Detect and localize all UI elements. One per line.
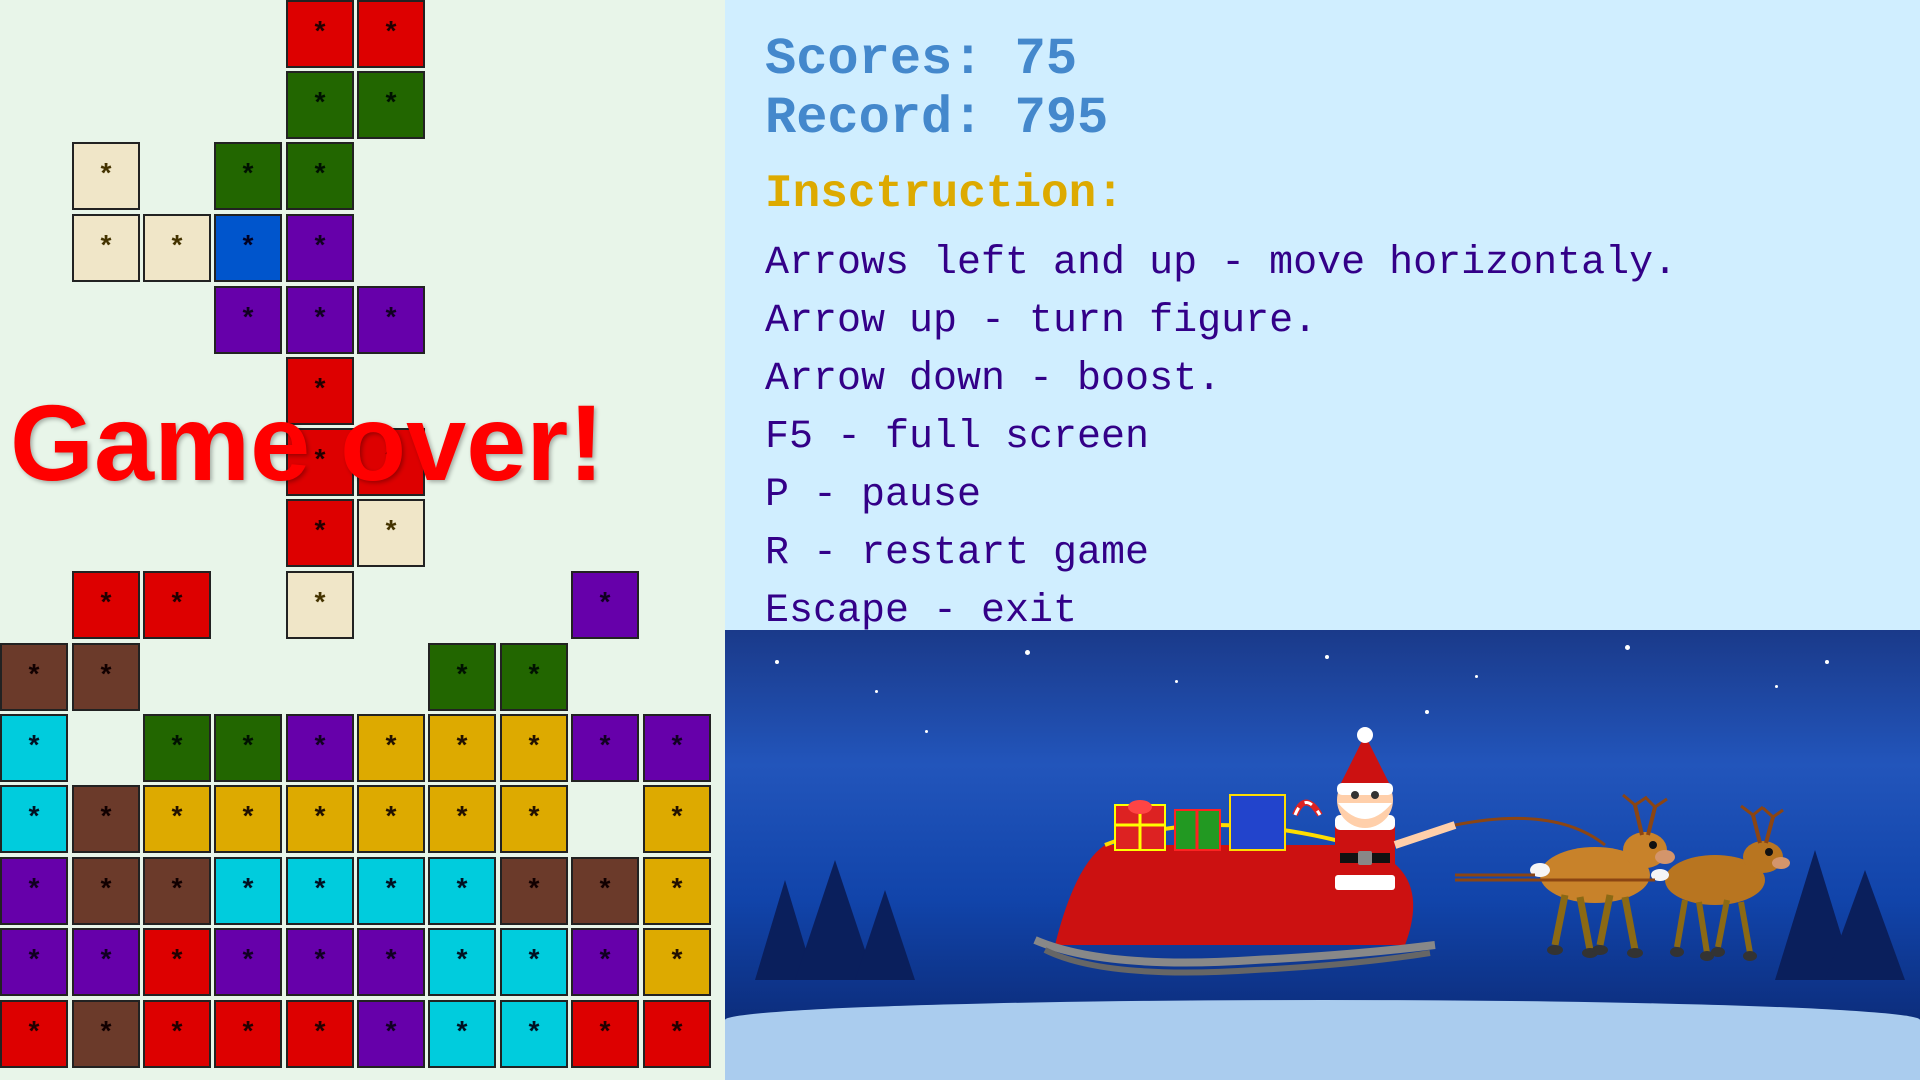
- block: *: [571, 571, 639, 639]
- scores-display: Scores: 75: [765, 30, 1880, 89]
- block: *: [214, 928, 282, 996]
- block: *: [72, 571, 140, 639]
- block: *: [357, 928, 425, 996]
- block: *: [428, 643, 496, 711]
- block: *: [286, 499, 354, 567]
- instruction-line-3: Arrow down - boost.: [765, 351, 1880, 409]
- star: [1025, 650, 1030, 655]
- block: *: [72, 1000, 140, 1068]
- block: *: [643, 1000, 711, 1068]
- block: *: [0, 928, 68, 996]
- block: *: [357, 1000, 425, 1068]
- santa-panel: [725, 630, 1920, 1080]
- block: *: [500, 928, 568, 996]
- block: *: [143, 785, 211, 853]
- block: *: [0, 857, 68, 925]
- block: *: [214, 214, 282, 282]
- block: *: [286, 714, 354, 782]
- block: *: [0, 785, 68, 853]
- block: *: [357, 857, 425, 925]
- right-panel: Scores: 75 Record: 795 Insctruction: Arr…: [725, 0, 1920, 1080]
- block: *: [214, 714, 282, 782]
- block: *: [72, 785, 140, 853]
- block: *: [571, 1000, 639, 1068]
- block: *: [286, 0, 354, 68]
- instruction-line-6: R - restart game: [765, 525, 1880, 583]
- block: *: [286, 1000, 354, 1068]
- block: *: [571, 714, 639, 782]
- block: *: [428, 857, 496, 925]
- game-board: * * * * * * * * * * * * * * * * * * * * …: [0, 0, 725, 1080]
- instruction-line-1: Arrows left and up - move horizontaly.: [765, 235, 1880, 293]
- block: *: [286, 785, 354, 853]
- block: *: [643, 714, 711, 782]
- block: *: [143, 714, 211, 782]
- instruction-line-5: P - pause: [765, 467, 1880, 525]
- block: *: [214, 1000, 282, 1068]
- block: *: [643, 857, 711, 925]
- block: *: [428, 714, 496, 782]
- block: *: [0, 714, 68, 782]
- instruction-line-2: Arrow up - turn figure.: [765, 293, 1880, 351]
- instruction-heading: Insctruction:: [765, 168, 1880, 220]
- block: *: [72, 214, 140, 282]
- block: *: [72, 928, 140, 996]
- block: *: [357, 71, 425, 139]
- block: *: [72, 857, 140, 925]
- block: *: [286, 571, 354, 639]
- block: *: [428, 928, 496, 996]
- game-over-label: Game over!: [10, 380, 604, 505]
- block: *: [500, 785, 568, 853]
- block: *: [500, 643, 568, 711]
- star: [1825, 660, 1829, 664]
- star: [775, 660, 779, 664]
- block: *: [571, 928, 639, 996]
- block: *: [0, 1000, 68, 1068]
- block: *: [286, 142, 354, 210]
- block: *: [357, 0, 425, 68]
- santa-sleigh-scene: [755, 665, 1895, 1025]
- block: *: [72, 643, 140, 711]
- block: *: [357, 499, 425, 567]
- instruction-line-4: F5 - full screen: [765, 409, 1880, 467]
- block: *: [286, 928, 354, 996]
- star: [1325, 655, 1329, 659]
- scores-section: Scores: 75 Record: 795: [765, 30, 1880, 148]
- block: *: [286, 71, 354, 139]
- record-display: Record: 795: [765, 89, 1880, 148]
- block: *: [214, 785, 282, 853]
- instruction-list: Arrows left and up - move horizontaly. A…: [765, 235, 1880, 641]
- block: *: [428, 785, 496, 853]
- block: *: [357, 785, 425, 853]
- block: *: [72, 142, 140, 210]
- board-container: * * * * * * * * * * * * * * * * * * * * …: [0, 0, 725, 1080]
- info-panel: Scores: 75 Record: 795 Insctruction: Arr…: [725, 0, 1920, 630]
- block: *: [286, 214, 354, 282]
- block: *: [500, 714, 568, 782]
- block: *: [571, 857, 639, 925]
- block: *: [500, 857, 568, 925]
- block: *: [286, 857, 354, 925]
- block: *: [214, 142, 282, 210]
- block: *: [143, 1000, 211, 1068]
- block: *: [0, 643, 68, 711]
- block: *: [643, 928, 711, 996]
- block: *: [143, 928, 211, 996]
- block: *: [500, 1000, 568, 1068]
- block: *: [143, 571, 211, 639]
- block: *: [143, 214, 211, 282]
- block: *: [357, 286, 425, 354]
- block: *: [428, 1000, 496, 1068]
- block: *: [286, 286, 354, 354]
- block: *: [143, 857, 211, 925]
- block: *: [214, 857, 282, 925]
- block: *: [643, 785, 711, 853]
- block: *: [357, 714, 425, 782]
- star: [1625, 645, 1630, 650]
- block: *: [214, 286, 282, 354]
